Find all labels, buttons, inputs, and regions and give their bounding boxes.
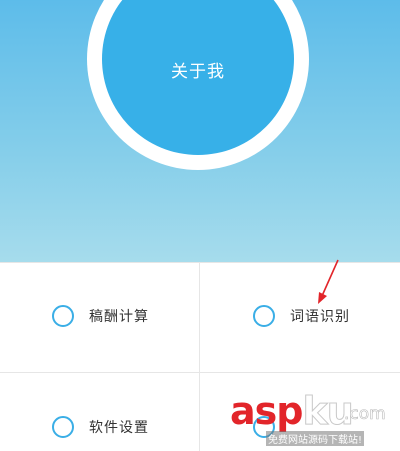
avatar-ring: 关于我 [87,0,309,170]
divider [199,262,200,451]
menu-item-label: 稿酬计算 [89,309,149,325]
circle-icon [253,305,275,327]
about-me-button[interactable]: 关于我 [102,0,294,155]
menu-item-settings[interactable]: 软件设置 [52,416,149,438]
menu-item-label: 软件设置 [89,420,149,436]
profile-header: 关于我 [0,0,400,262]
menu-item-fee-calculation[interactable]: 稿酬计算 [52,305,149,327]
circle-icon [52,305,74,327]
divider [0,372,400,373]
pointer-arrow-icon [318,259,339,304]
menu-item-label: 词语识别 [290,309,350,325]
watermark-tld: .com [344,404,386,425]
about-me-label: 关于我 [171,61,225,82]
watermark-tagline: 免费网站源码下载站! [266,431,365,446]
circle-icon [52,416,74,438]
watermark: aspku .com 免费网站源码下载站! [226,390,400,451]
watermark-brand-asp: asp [230,389,303,433]
menu-item-word-recognition[interactable]: 词语识别 [253,305,350,327]
watermark-logo: aspku [230,389,354,433]
